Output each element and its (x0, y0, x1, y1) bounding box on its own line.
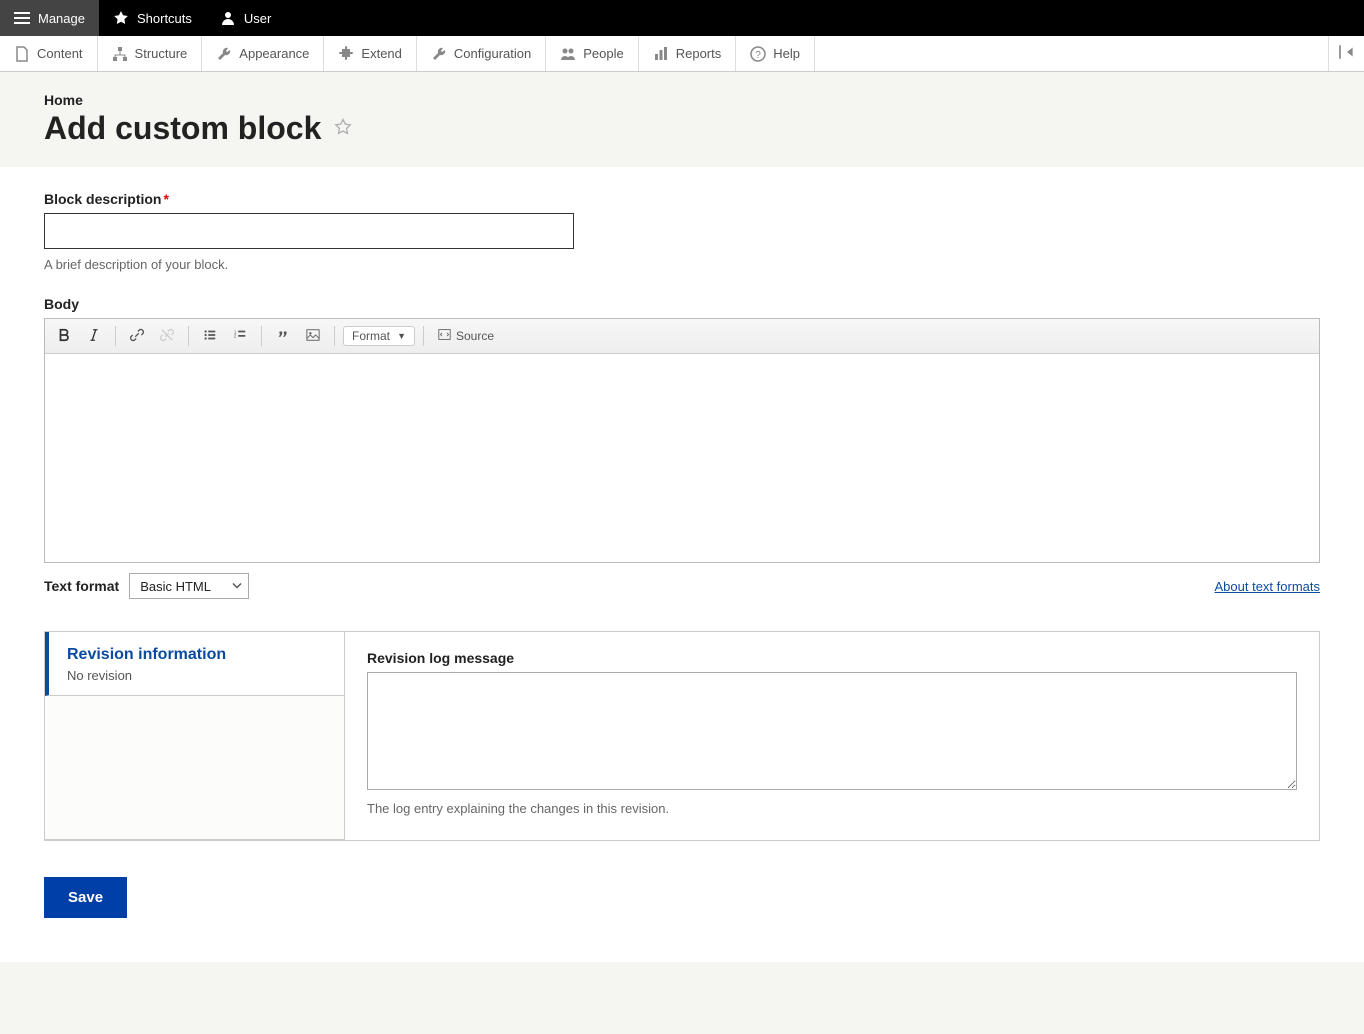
revision-tab-title: Revision information (67, 646, 326, 664)
bullet-list-icon (203, 328, 217, 345)
page-title: Add custom block (44, 110, 321, 147)
save-button[interactable]: Save (44, 877, 127, 918)
format-dropdown-label: Format (352, 329, 390, 343)
admin-people-label: People (583, 46, 623, 61)
body-editor-area[interactable] (45, 354, 1319, 562)
toolbar-admin: Content Structure Appearance Extend Conf… (0, 36, 1364, 72)
toolbar-shortcuts[interactable]: Shortcuts (99, 0, 206, 36)
collapse-icon (1338, 43, 1356, 64)
toolbar-collapse-button[interactable] (1328, 36, 1364, 71)
body-group: Body (44, 296, 1320, 599)
text-format-value: Basic HTML (140, 579, 211, 594)
page-header: Home Add custom block (0, 72, 1364, 167)
puzzle-icon (338, 46, 354, 62)
admin-reports[interactable]: Reports (639, 36, 737, 71)
italic-icon (87, 328, 101, 345)
admin-content-label: Content (37, 46, 83, 61)
toolbar-user-label: User (244, 11, 271, 26)
admin-appearance-label: Appearance (239, 46, 309, 61)
people-icon (560, 46, 576, 62)
bold-button[interactable] (51, 323, 77, 349)
admin-help[interactable]: ? Help (736, 36, 815, 71)
toolbar-separator (334, 326, 335, 346)
help-icon: ? (750, 46, 766, 62)
bars-icon (653, 46, 669, 62)
toolbar-manage[interactable]: Manage (0, 0, 99, 36)
source-icon (438, 328, 451, 344)
number-list-button[interactable]: 12 (227, 323, 253, 349)
quote-icon (276, 328, 290, 345)
admin-extend[interactable]: Extend (324, 36, 416, 71)
about-text-formats-link[interactable]: About text formats (1215, 579, 1321, 594)
body-label: Body (44, 296, 1320, 312)
admin-extend-label: Extend (361, 46, 401, 61)
admin-configuration[interactable]: Configuration (417, 36, 546, 71)
toolbar-separator (423, 326, 424, 346)
revision-tab[interactable]: Revision information No revision (45, 632, 344, 696)
text-format-label: Text format (44, 578, 119, 594)
form-actions: Save (44, 877, 1320, 918)
hamburger-icon (14, 10, 30, 26)
admin-people[interactable]: People (546, 36, 638, 71)
admin-configuration-label: Configuration (454, 46, 531, 61)
revision-box: Revision information No revision Revisio… (44, 631, 1320, 841)
image-icon (306, 328, 320, 345)
admin-help-label: Help (773, 46, 800, 61)
bold-icon (57, 328, 71, 345)
file-icon (14, 46, 30, 62)
toolbar-separator (188, 326, 189, 346)
svg-text:?: ? (755, 50, 761, 61)
italic-button[interactable] (81, 323, 107, 349)
revision-content: Revision log message The log entry expla… (345, 632, 1319, 840)
wrench-icon (431, 46, 447, 62)
source-button[interactable]: Source (432, 326, 500, 346)
revision-log-textarea[interactable] (367, 672, 1297, 790)
toolbar-manage-label: Manage (38, 11, 85, 26)
unlink-icon (160, 328, 174, 345)
editor-toolbar: 12 Format ▼ Source (45, 319, 1319, 354)
toolbar-separator (115, 326, 116, 346)
admin-structure[interactable]: Structure (98, 36, 203, 71)
toolbar-top: Manage Shortcuts User (0, 0, 1364, 36)
admin-content[interactable]: Content (0, 36, 98, 71)
block-description-help: A brief description of your block. (44, 257, 1320, 272)
revision-tab-subtitle: No revision (67, 668, 326, 683)
revision-log-label: Revision log message (367, 650, 1297, 666)
user-icon (220, 10, 236, 26)
chevron-down-icon: ▼ (397, 331, 406, 341)
revision-log-help: The log entry explaining the changes in … (367, 801, 1297, 816)
text-format-row: Text format Basic HTML About text format… (44, 573, 1320, 599)
star-icon (113, 10, 129, 26)
structure-icon (112, 46, 128, 62)
source-button-label: Source (456, 329, 494, 343)
admin-reports-label: Reports (676, 46, 722, 61)
admin-structure-label: Structure (135, 46, 188, 61)
link-button[interactable] (124, 323, 150, 349)
link-icon (130, 328, 144, 345)
svg-text:2: 2 (234, 333, 237, 338)
form-region: Block description* A brief description o… (0, 167, 1364, 962)
breadcrumb[interactable]: Home (44, 92, 1320, 108)
block-description-input[interactable] (44, 213, 574, 249)
bullet-list-button[interactable] (197, 323, 223, 349)
block-description-label: Block description* (44, 191, 1320, 207)
revision-tabs: Revision information No revision (45, 632, 345, 840)
required-mark: * (163, 191, 168, 207)
wrench-icon (216, 46, 232, 62)
unlink-button (154, 323, 180, 349)
chevron-down-icon (232, 579, 242, 594)
image-button[interactable] (300, 323, 326, 349)
toolbar-shortcuts-label: Shortcuts (137, 11, 192, 26)
format-dropdown[interactable]: Format ▼ (343, 326, 415, 346)
block-description-group: Block description* A brief description o… (44, 191, 1320, 272)
body-editor: 12 Format ▼ Source (44, 318, 1320, 563)
toolbar-separator (261, 326, 262, 346)
text-format-select[interactable]: Basic HTML (129, 573, 249, 599)
admin-appearance[interactable]: Appearance (202, 36, 324, 71)
number-list-icon: 12 (233, 328, 247, 345)
favorite-star-icon[interactable] (333, 117, 353, 140)
toolbar-user[interactable]: User (206, 0, 285, 36)
blockquote-button[interactable] (270, 323, 296, 349)
